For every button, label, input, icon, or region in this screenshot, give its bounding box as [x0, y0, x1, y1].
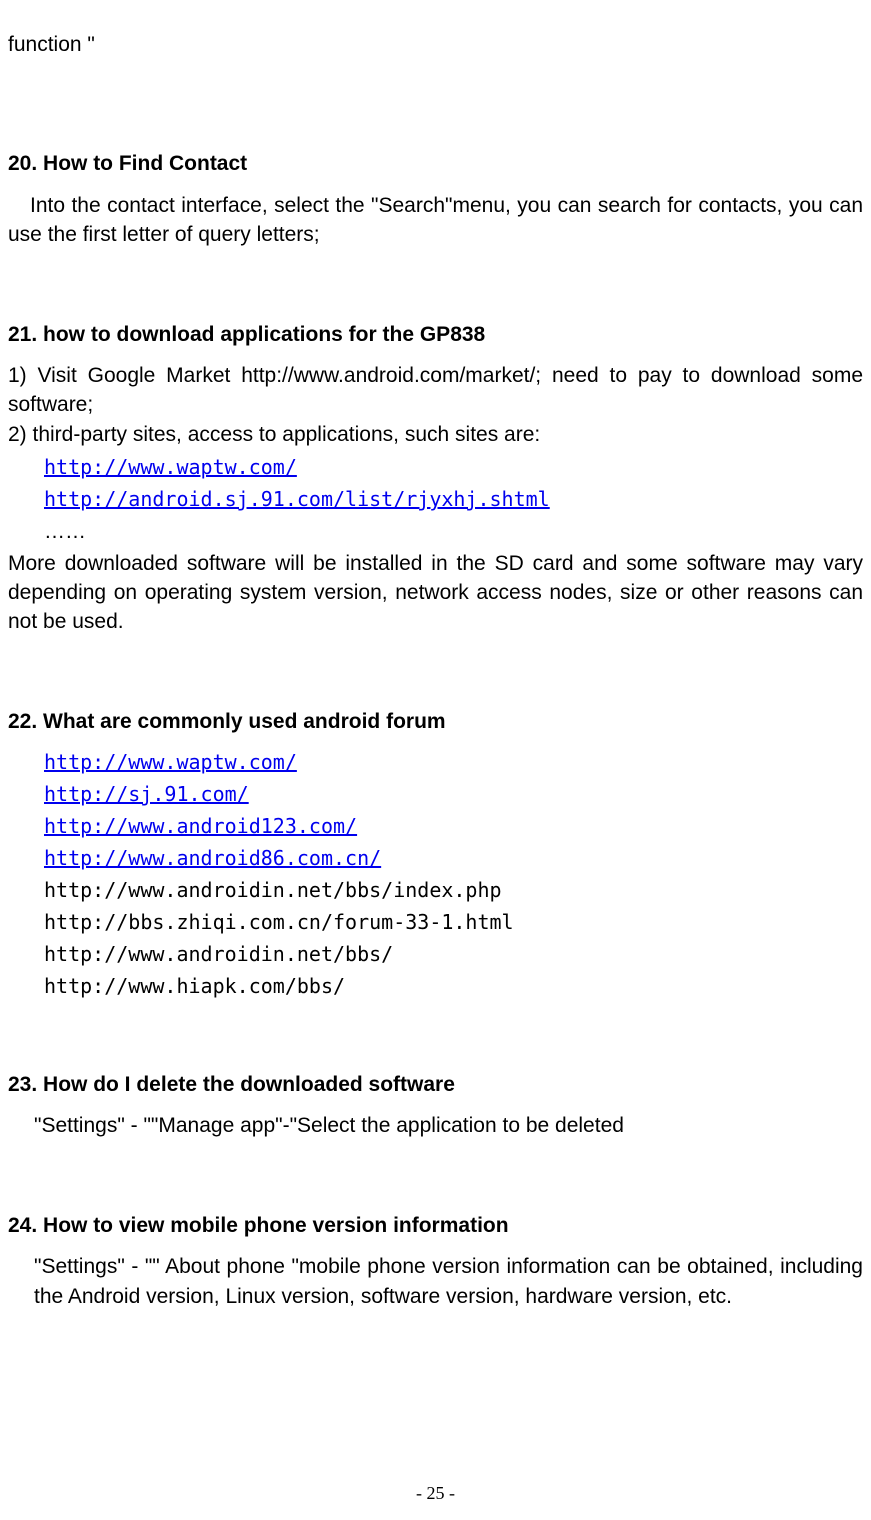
link-row: http://www.androidin.net/bbs/index.php [8, 876, 863, 904]
link-row: http://www.android86.com.cn/ [8, 844, 863, 872]
heading-24: 24. How to view mobile phone version inf… [8, 1211, 863, 1240]
heading-22: 22. What are commonly used android forum [8, 707, 863, 736]
link-row: http://www.androidin.net/bbs/ [8, 940, 863, 968]
section-24: 24. How to view mobile phone version inf… [8, 1211, 863, 1311]
section-21-p3: More downloaded software will be install… [8, 549, 863, 637]
heading-23: 23. How do I delete the downloaded softw… [8, 1070, 863, 1099]
section-21-p2: 2) third-party sites, access to applicat… [8, 420, 863, 449]
section-21-p1: 1) Visit Google Market http://www.androi… [8, 361, 863, 420]
link-android86[interactable]: http://www.android86.com.cn/ [44, 846, 381, 870]
link-waptw-2[interactable]: http://www.waptw.com/ [44, 750, 297, 774]
link-sj91-2[interactable]: http://sj.91.com/ [44, 782, 249, 806]
section-23-text: "Settings" - ""Manage app"-"Select the a… [8, 1111, 863, 1140]
ellipsis: …… [8, 517, 863, 546]
link-sj91[interactable]: http://android.sj.91.com/list/rjyxhj.sht… [44, 487, 550, 511]
plain-url-androidin-bbs: http://www.androidin.net/bbs/ [44, 942, 393, 966]
heading-21: 21. how to download applications for the… [8, 320, 863, 349]
link-row: http://www.waptw.com/ [8, 748, 863, 776]
link-waptw[interactable]: http://www.waptw.com/ [44, 455, 297, 479]
link-row: http://android.sj.91.com/list/rjyxhj.sht… [8, 485, 863, 513]
section-24-text: "Settings" - "" About phone "mobile phon… [8, 1252, 863, 1311]
link-row: http://bbs.zhiqi.com.cn/forum-33-1.html [8, 908, 863, 936]
page-number: - 25 - [0, 1481, 871, 1506]
heading-20: 20. How to Find Contact [8, 149, 863, 178]
plain-url-hiapk: http://www.hiapk.com/bbs/ [44, 974, 345, 998]
plain-url-androidin-index: http://www.androidin.net/bbs/index.php [44, 878, 502, 902]
fragment-text: function " [8, 30, 863, 59]
plain-url-zhiqi: http://bbs.zhiqi.com.cn/forum-33-1.html [44, 910, 514, 934]
section-20: 20. How to Find Contact Into the contact… [8, 149, 863, 249]
section-20-text: Into the contact interface, select the "… [8, 191, 863, 250]
section-21: 21. how to download applications for the… [8, 320, 863, 637]
link-row: http://www.android123.com/ [8, 812, 863, 840]
link-row: http://sj.91.com/ [8, 780, 863, 808]
section-22: 22. What are commonly used android forum… [8, 707, 863, 1000]
link-row: http://www.waptw.com/ [8, 453, 863, 481]
link-android123[interactable]: http://www.android123.com/ [44, 814, 357, 838]
section-23: 23. How do I delete the downloaded softw… [8, 1070, 863, 1141]
link-row: http://www.hiapk.com/bbs/ [8, 972, 863, 1000]
